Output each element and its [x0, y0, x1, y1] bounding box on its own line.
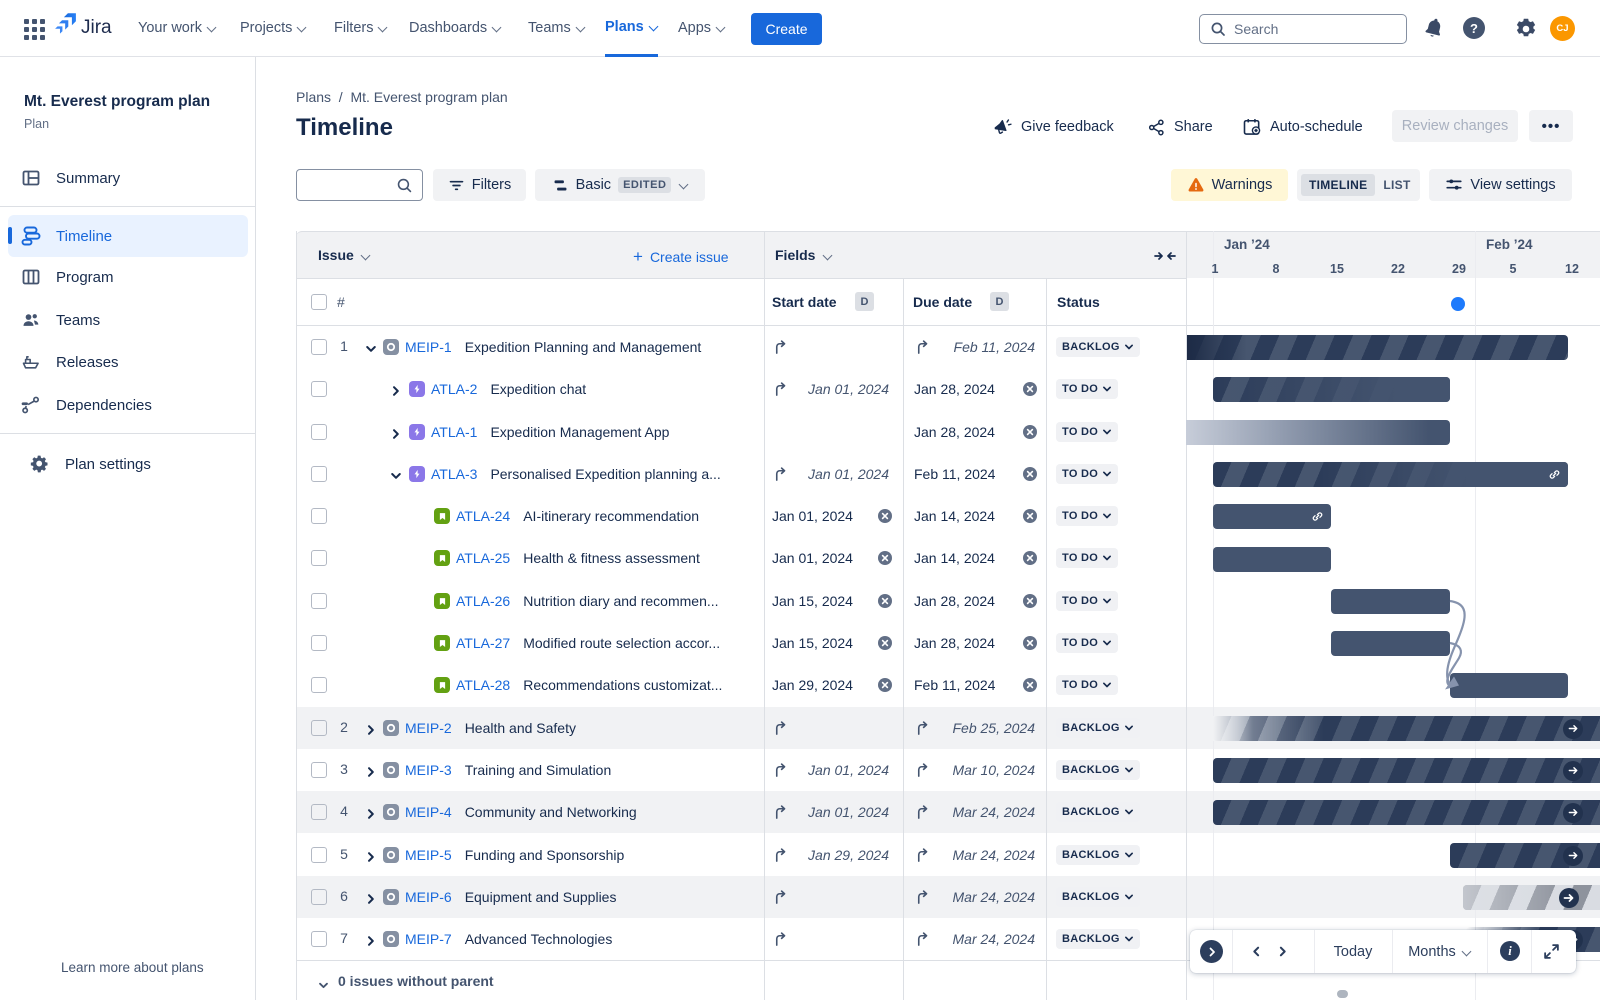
- svg-text:?: ?: [1470, 21, 1478, 36]
